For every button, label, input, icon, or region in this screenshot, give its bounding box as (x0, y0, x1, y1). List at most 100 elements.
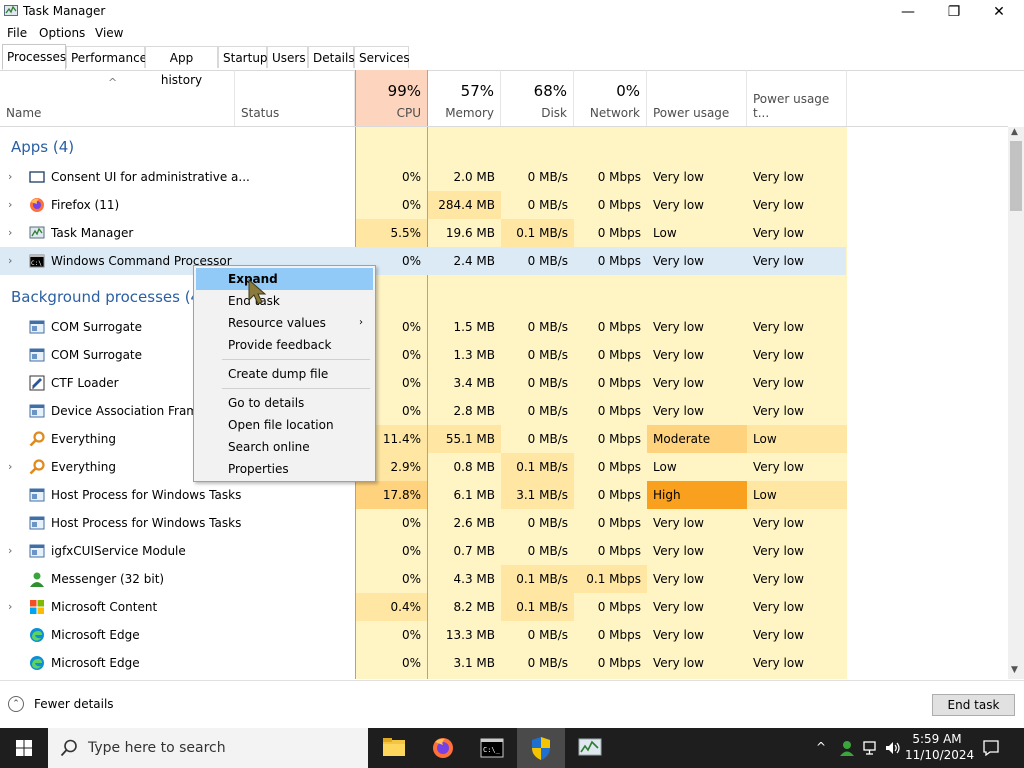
column-power-usage[interactable]: Power usage (647, 70, 747, 126)
taskbar-clock[interactable]: 5:59 AM 11/10/2024 (905, 731, 974, 763)
menu-options[interactable]: Options (39, 26, 85, 40)
network-cell: 0 Mbps (597, 320, 641, 334)
table-row[interactable]: Device Association Framew 0% 2.8 MB 0 MB/s 0… (0, 397, 1008, 425)
firefox-taskbar-icon[interactable] (419, 728, 467, 768)
network-cell: 0 Mbps (597, 432, 641, 446)
group-apps[interactable]: Apps (4) (11, 133, 74, 161)
table-row[interactable]: › Microsoft Content 0.4% 8.2 MB 0.1 MB/s 0 Mb… (0, 593, 1008, 621)
column-network[interactable]: 0% Network (574, 70, 647, 126)
close-button[interactable]: ✕ (976, 0, 1022, 24)
table-row[interactable]: Host Process for Windows Tasks 17.8% 6.1 M… (0, 481, 1008, 509)
service-icon (29, 348, 45, 362)
power-cell: Very low (653, 628, 704, 642)
taskbar-search-box[interactable]: Type here to search (48, 728, 368, 768)
table-row[interactable]: › Consent UI for administrative a... 0% 2.0… (0, 163, 1008, 191)
menu-file[interactable]: File (7, 26, 27, 40)
end-task-button[interactable]: End task (932, 694, 1015, 716)
tab-startup[interactable]: Startup (218, 46, 268, 68)
tray-chevron-up-icon[interactable]: ^ (816, 740, 826, 754)
network-cell: 0 Mbps (597, 628, 641, 642)
table-row[interactable]: Host Process for Windows Tasks 0% 2.6 MB 0 … (0, 509, 1008, 537)
power-cell: Very low (653, 404, 704, 418)
group-background[interactable]: Background processes (47 (11, 283, 210, 311)
volume-icon[interactable] (884, 740, 902, 756)
search-icon (60, 739, 77, 757)
process-name: Microsoft Edge (51, 628, 140, 642)
expand-chevron-icon[interactable]: › (8, 219, 18, 247)
tab-details[interactable]: Details (308, 46, 355, 68)
expand-chevron-icon[interactable]: › (8, 163, 18, 191)
expand-chevron-icon[interactable]: › (8, 453, 18, 481)
table-row[interactable]: › C:\ Windows Command Processor 0% 2.4 MB 0 M… (0, 247, 1008, 275)
tab-app-history[interactable]: App history (145, 46, 218, 87)
menu-item-search-online[interactable]: Search online (196, 436, 373, 458)
table-row[interactable]: Messenger (32 bit) 0% 4.3 MB 0.1 MB/s 0.1 Mb… (0, 565, 1008, 593)
network-icon[interactable] (862, 740, 880, 756)
menu-item-go-to-details[interactable]: Go to details (196, 392, 373, 414)
memory-cell: 19.6 MB (445, 226, 495, 240)
fewer-details-link[interactable]: Fewer details (34, 697, 114, 711)
power-cell: Low (653, 226, 677, 240)
maximize-button[interactable]: ❐ (931, 0, 977, 24)
minimize-button[interactable]: — (885, 0, 931, 24)
tab-performance[interactable]: Performance (66, 46, 147, 68)
table-row[interactable]: › igfxCUIService Module 0% 0.7 MB 0 MB/s 0 Mb… (0, 537, 1008, 565)
microsoft-icon (30, 600, 44, 614)
service-icon (29, 320, 45, 334)
start-button[interactable] (0, 728, 48, 768)
table-row[interactable]: Everything 11.4% 55.1 MB 0 MB/s 0 Mbps Modera… (0, 425, 1008, 453)
expand-chevron-icon[interactable]: › (8, 191, 18, 219)
menu-item-properties[interactable]: Properties (196, 458, 373, 480)
chevron-up-circle-icon[interactable]: ⌃ (8, 696, 24, 712)
column-cpu[interactable]: 99% CPU (355, 70, 428, 126)
vertical-scrollbar[interactable]: ▲ ▼ (1008, 127, 1024, 679)
column-name[interactable]: ^ Name (0, 70, 235, 126)
table-row[interactable]: COM Surrogate 0% 1.3 MB 0 MB/s 0 Mbps Very lo… (0, 341, 1008, 369)
expand-chevron-icon[interactable]: › (8, 593, 18, 621)
task-manager-taskbar-icon[interactable] (566, 728, 614, 768)
disk-cell: 0.1 MB/s (501, 219, 574, 247)
menu-item-provide-feedback[interactable]: Provide feedback (196, 334, 373, 356)
disk-cell: 0.1 MB/s (501, 453, 574, 481)
column-disk[interactable]: 68% Disk (501, 70, 574, 126)
memory-cell: 8.2 MB (453, 600, 495, 614)
menu-item-resource-values[interactable]: Resource values › (196, 312, 373, 334)
scroll-down-icon[interactable]: ▼ (1011, 665, 1018, 675)
notification-center-icon[interactable] (981, 738, 1001, 758)
table-row[interactable]: › Everything 2.9% 0.8 MB 0.1 MB/s 0 Mbps Low Ve… (0, 453, 1008, 481)
scroll-up-icon[interactable]: ▲ (1011, 127, 1018, 137)
table-row[interactable]: COM Surrogate 0% 1.5 MB 0 MB/s 0 Mbps Very lo… (0, 313, 1008, 341)
menu-item-expand[interactable]: Expand (196, 268, 373, 290)
power-cell: Very low (653, 198, 704, 212)
menu-item-open-file-location[interactable]: Open file location (196, 414, 373, 436)
tray-messenger-icon[interactable] (838, 739, 856, 757)
cmd-taskbar-icon[interactable]: C:\_ (468, 728, 516, 768)
cpu-cell: 0% (401, 170, 421, 184)
memory-cell: 2.4 MB (453, 254, 495, 268)
title-bar: Task Manager — ❐ ✕ (0, 0, 1024, 24)
cpu-cell: 0% (401, 572, 421, 586)
power-cell: Low (653, 460, 677, 474)
scrollbar-thumb[interactable] (1010, 141, 1022, 211)
table-row[interactable]: › Firefox (11) 0% 284.4 MB 0 MB/s 0 Mbps Very … (0, 191, 1008, 219)
table-row[interactable]: CTF Loader 0% 3.4 MB 0 MB/s 0 Mbps Very low Ve… (0, 369, 1008, 397)
table-row[interactable]: › Task Manager 5.5% 19.6 MB 0.1 MB/s 0 Mbps Lo… (0, 219, 1008, 247)
tab-users[interactable]: Users (267, 46, 308, 68)
uac-shield-taskbar-icon[interactable] (517, 728, 565, 768)
menu-view[interactable]: View (95, 26, 123, 40)
table-row[interactable]: Microsoft Edge 0% 13.3 MB 0 MB/s 0 Mbps Very … (0, 621, 1008, 649)
expand-chevron-icon[interactable]: › (8, 537, 18, 565)
tab-services[interactable]: Services (354, 46, 410, 68)
tab-processes[interactable]: Processes (2, 44, 66, 70)
table-row[interactable]: Microsoft Edge 0% 3.1 MB 0 MB/s 0 Mbps Very l… (0, 649, 1008, 677)
power-trend-cell: Very low (753, 656, 804, 670)
file-explorer-icon[interactable] (370, 728, 418, 768)
edge-icon (30, 656, 44, 670)
memory-cell: 1.5 MB (453, 320, 495, 334)
column-status[interactable]: Status (235, 70, 355, 126)
column-power-usage-trend[interactable]: Power usage t... (747, 70, 847, 126)
column-memory[interactable]: 57% Memory (428, 70, 501, 126)
menu-item-end-task[interactable]: End task (196, 290, 373, 312)
expand-chevron-icon[interactable]: › (8, 247, 18, 275)
menu-item-create-dump-file[interactable]: Create dump file (196, 363, 373, 385)
